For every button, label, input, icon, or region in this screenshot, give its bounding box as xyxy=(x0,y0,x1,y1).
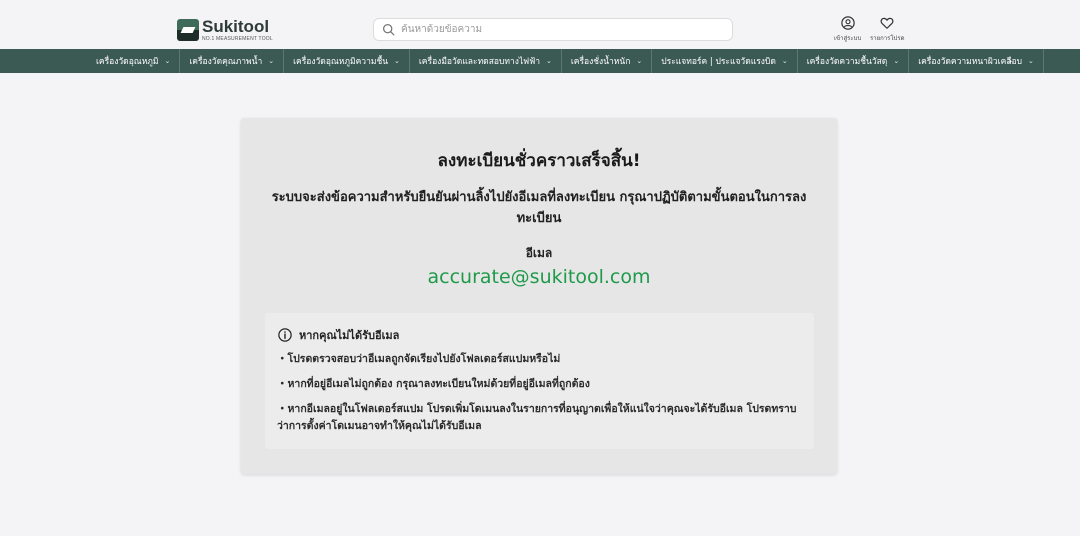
info-icon xyxy=(278,328,292,342)
help-heading-text: หากคุณไม่ได้รับอีเมล xyxy=(299,329,400,342)
user-icon xyxy=(840,16,855,30)
nav-item-label: เครื่องชั่งน้ำหนัก xyxy=(570,57,631,67)
search-box[interactable] xyxy=(373,18,733,41)
nav-item-coating-thickness[interactable]: เครื่องวัดความหนาผิวเคลือบ ⌄ xyxy=(909,49,1044,73)
help-heading: หากคุณไม่ได้รับอีเมล xyxy=(278,326,399,344)
login-label: เข้าสู่ระบบ xyxy=(834,35,862,42)
logo-tagline: NO.1 MEASUREMENT TOOL xyxy=(202,36,273,42)
nav-item-label: เครื่องมือวัดและทดสอบทางไฟฟ้า xyxy=(418,57,540,67)
chevron-down-icon: ⌄ xyxy=(164,57,171,65)
chevron-down-icon: ⌄ xyxy=(268,57,275,65)
chevron-down-icon: ⌄ xyxy=(546,57,552,65)
nav-next-button[interactable]: › xyxy=(1000,49,1020,73)
nav-item-label: เครื่องวัดคุณภาพน้ำ xyxy=(189,57,263,67)
chevron-down-icon: ⌄ xyxy=(781,57,788,65)
nav-item-label: เครื่องวัดอุณหภูมิความชื้น xyxy=(293,57,389,67)
nav-item-water-quality[interactable]: เครื่องวัดคุณภาพน้ำ ⌄ xyxy=(180,49,285,73)
nav-item-label: เครื่องวัดความชื้นวัสดุ xyxy=(806,57,888,67)
chevron-down-icon: ⌄ xyxy=(1027,57,1034,65)
chevron-down-icon: ⌄ xyxy=(636,57,643,65)
registration-complete-card: ลงทะเบียนชั่วคราวเสร็จสิ้น! ระบบจะส่งข้อ… xyxy=(241,118,837,474)
nav-item-label: ประแจทอร์ค | ประแจวัดแรงบิด xyxy=(661,57,776,67)
logo-icon xyxy=(177,19,199,41)
login-button[interactable]: เข้าสู่ระบบ xyxy=(834,16,861,43)
nav-item-moisture-meter[interactable]: เครื่องวัดความชื้นวัสดุ ⌄ xyxy=(798,49,910,73)
nav-item-torque-wrench[interactable]: ประแจทอร์ค | ประแจวัดแรงบิด ⌄ xyxy=(652,49,798,73)
nav-item-scale[interactable]: เครื่องชั่งน้ำหนัก ⌄ xyxy=(562,49,653,73)
email-label: อีเมล xyxy=(525,246,553,260)
nav-item-label: เครื่องวัดอุณหภูมิ xyxy=(96,57,159,67)
search-input[interactable] xyxy=(401,24,721,35)
site-header: Sukitool NO.1 MEASUREMENT TOOL เข้าสู่ระ… xyxy=(0,0,1080,49)
nav-item-thermo-hygrometer[interactable]: เครื่องวัดอุณหภูมิความชื้น ⌄ xyxy=(284,49,410,73)
heart-icon xyxy=(880,17,894,29)
email-help-box: หากคุณไม่ได้รับอีเมล ・โปรดตรวจสอบว่าอีเม… xyxy=(265,313,814,449)
site-logo[interactable]: Sukitool NO.1 MEASUREMENT TOOL xyxy=(177,18,273,42)
wishlist-label: รายการโปรด xyxy=(870,35,905,42)
wishlist-button[interactable]: รายการโปรด xyxy=(870,16,904,43)
search-icon xyxy=(382,23,395,36)
list-item: ・หากที่อยู่อีเมลไม่ถูกต้อง กรุณาลงทะเบีย… xyxy=(277,378,590,390)
page-title: ลงทะเบียนชั่วคราวเสร็จสิ้น! xyxy=(437,151,641,171)
logo-name: Sukitool xyxy=(202,17,270,36)
category-nav: เครื่องวัดอุณหภูมิ ⌄ เครื่องวัดคุณภาพน้ำ ⌄… xyxy=(0,49,1080,73)
chevron-right-icon: › xyxy=(1007,54,1013,68)
email-address: accurate@sukitool.com xyxy=(427,266,651,288)
chevron-down-icon: ⌄ xyxy=(394,57,400,65)
help-list: ・โปรดตรวจสอบว่าอีเมลถูกจัดเรียงไปยังโฟลเ… xyxy=(277,351,807,443)
list-item: ・หากอีเมลอยู่ในโฟลเดอร์สแปม โปรดเพิ่มโดเ… xyxy=(277,403,797,432)
chevron-down-icon: ⌄ xyxy=(893,57,900,65)
list-item: ・โปรดตรวจสอบว่าอีเมลถูกจัดเรียงไปยังโฟลเ… xyxy=(277,353,561,365)
nav-item-electrical[interactable]: เครื่องมือวัดและทดสอบทางไฟฟ้า ⌄ xyxy=(410,49,562,73)
confirmation-message: ระบบจะส่งข้อความสำหรับยืนยันผ่านลิ้งไปยั… xyxy=(271,190,807,226)
nav-item-thermometer[interactable]: เครื่องวัดอุณหภูมิ ⌄ xyxy=(87,49,181,73)
